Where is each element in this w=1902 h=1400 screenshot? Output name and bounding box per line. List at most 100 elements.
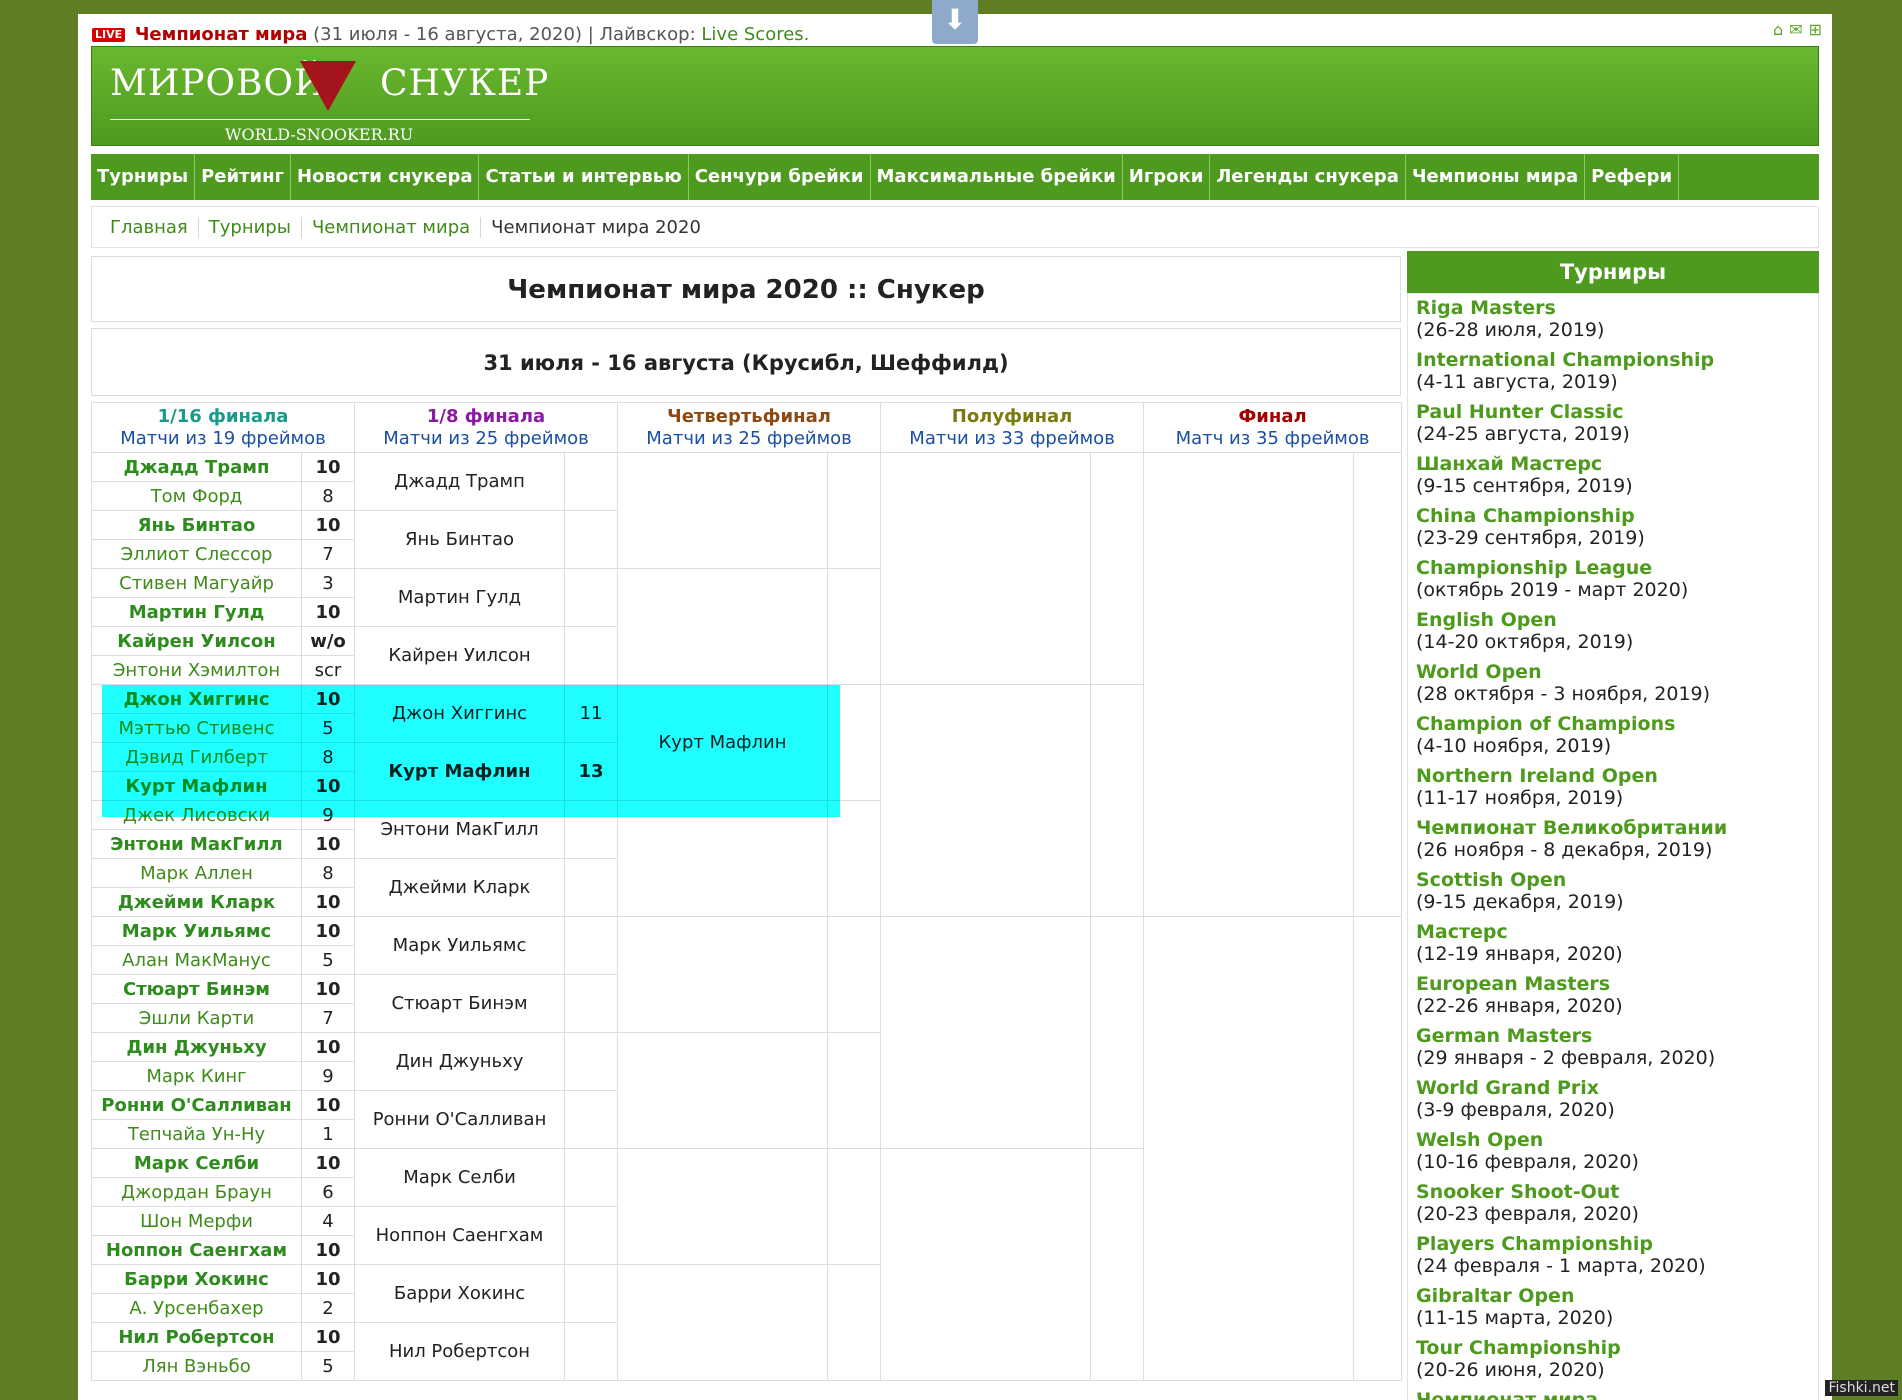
score-quarterfinal — [827, 568, 882, 685]
player-quarterfinal[interactable] — [617, 568, 829, 685]
player-round2[interactable]: Кайрен Уилсон — [354, 626, 566, 685]
player-round1[interactable]: Лян Вэньбо — [91, 1351, 302, 1381]
sidebar-tournament-link[interactable]: Northern Ireland Open — [1416, 765, 1810, 787]
player-round1[interactable]: Марк Селби — [91, 1148, 302, 1178]
player-round1[interactable]: Джон Хиггинс — [91, 684, 302, 714]
player-round1[interactable]: Мартин Гулд — [91, 597, 302, 627]
player-round1[interactable]: Энтони Хэмилтон — [91, 655, 302, 685]
player-quarterfinal[interactable] — [617, 1264, 829, 1381]
player-round1[interactable]: Нил Робертсон — [91, 1322, 302, 1352]
player-round2[interactable]: Джадд Трамп — [354, 452, 566, 511]
player-quarterfinal[interactable] — [617, 1148, 829, 1265]
player-round1[interactable]: Алан МакМанус — [91, 945, 302, 975]
player-round1[interactable]: Стивен Магуайр — [91, 568, 302, 598]
player-round1[interactable]: Барри Хокинс — [91, 1264, 302, 1294]
player-round1[interactable]: Шон Мерфи — [91, 1206, 302, 1236]
sidebar-tournament-link[interactable]: Riga Masters — [1416, 297, 1810, 319]
player-round1[interactable]: Курт Мафлин — [91, 771, 302, 801]
nav-item[interactable]: Рефери — [1585, 154, 1680, 200]
live-badge: LIVE — [92, 28, 126, 42]
player-round1[interactable]: Джадд Трамп — [91, 452, 302, 482]
sidebar-tournament-link[interactable]: Шанхай Мастерс — [1416, 453, 1810, 475]
breadcrumb-home[interactable]: Главная — [100, 216, 199, 238]
sidebar-tournament-link[interactable]: Tour Championship — [1416, 1337, 1810, 1359]
player-round2[interactable]: Ноппон Саенгхам — [354, 1206, 566, 1265]
player-round2[interactable]: Джон Хиггинс — [354, 684, 566, 743]
player-quarterfinal[interactable] — [617, 916, 829, 1033]
nav-item[interactable]: Новости снукера — [291, 154, 480, 200]
player-round2[interactable]: Нил Робертсон — [354, 1322, 566, 1381]
player-round1[interactable]: Стюарт Бинэм — [91, 974, 302, 1004]
player-quarterfinal[interactable] — [617, 800, 829, 917]
player-round1[interactable]: Янь Бинтао — [91, 510, 302, 540]
player-round2[interactable]: Янь Бинтао — [354, 510, 566, 569]
championship-link[interactable]: Чемпионат мира — [135, 24, 308, 45]
nav-item[interactable]: Турниры — [91, 154, 196, 200]
sidebar-tournament-link[interactable]: Snooker Shoot-Out — [1416, 1181, 1810, 1203]
sidebar-tournament-link[interactable]: Paul Hunter Classic — [1416, 401, 1810, 423]
player-round1[interactable]: Том Форд — [91, 481, 302, 511]
sidebar-tournament-link[interactable]: Championship League — [1416, 557, 1810, 579]
score-round1: 5 — [300, 1351, 356, 1381]
sidebar-tournament-link[interactable]: World Open — [1416, 661, 1810, 683]
sidebar-tournament-link[interactable]: Players Championship — [1416, 1233, 1810, 1255]
live-scores-link[interactable]: Live Scores. — [701, 24, 809, 45]
nav-item[interactable]: Легенды снукера — [1210, 154, 1406, 200]
sidebar-tournament-link[interactable]: English Open — [1416, 609, 1810, 631]
player-round1[interactable]: Джейми Кларк — [91, 887, 302, 917]
player-round1[interactable]: Ронни О'Салливан — [91, 1090, 302, 1120]
player-round1[interactable]: Тепчайа Ун-Ну — [91, 1119, 302, 1149]
player-round2[interactable]: Марк Уильямс — [354, 916, 566, 975]
player-round1[interactable]: Ноппон Саенгхам — [91, 1235, 302, 1265]
nav-item[interactable]: Максимальные брейки — [871, 154, 1123, 200]
sidebar-tournament-link[interactable]: Чемпионат мира — [1416, 1389, 1810, 1400]
player-round1[interactable]: Марк Аллен — [91, 858, 302, 888]
sidebar-tournament-link[interactable]: Welsh Open — [1416, 1129, 1810, 1151]
player-round1[interactable]: Марк Кинг — [91, 1061, 302, 1091]
sidebar-tournament-link[interactable]: Чемпионат Великобритании — [1416, 817, 1810, 839]
player-round1[interactable]: Дин Джуньху — [91, 1032, 302, 1062]
nav-item[interactable]: Статьи и интервью — [479, 154, 689, 200]
sidebar-tournament-link[interactable]: Gibraltar Open — [1416, 1285, 1810, 1307]
nav-item[interactable]: Сенчури брейки — [689, 154, 871, 200]
player-round2[interactable]: Энтони МакГилл — [354, 800, 566, 859]
sidebar-tournament-link[interactable]: European Masters — [1416, 973, 1810, 995]
sidebar-tournament-link[interactable]: Champion of Champions — [1416, 713, 1810, 735]
player-quarterfinal[interactable]: Курт Мафлин — [617, 684, 829, 801]
sidebar-tournament-link[interactable]: World Grand Prix — [1416, 1077, 1810, 1099]
player-round2[interactable]: Курт Мафлин — [354, 742, 566, 801]
sidebar-tournament-link[interactable]: Мастерс — [1416, 921, 1810, 943]
nav-item[interactable]: Рейтинг — [195, 154, 292, 200]
mail-icon[interactable]: ✉ — [1789, 20, 1808, 39]
player-round2[interactable]: Марк Селби — [354, 1148, 566, 1207]
breadcrumb-tournaments[interactable]: Турниры — [199, 216, 302, 238]
player-round1[interactable]: Эшли Карти — [91, 1003, 302, 1033]
nav-item[interactable]: Чемпионы мира — [1406, 154, 1586, 200]
site-logo[interactable]: МИРОВОЙ СНУКЕР WORLD-SNOOKER.RU — [110, 55, 548, 144]
player-round1[interactable]: Джек Лисовски — [91, 800, 302, 830]
player-quarterfinal[interactable] — [617, 452, 829, 569]
player-round1[interactable]: Кайрен Уилсон — [91, 626, 302, 656]
player-round1[interactable]: Энтони МакГилл — [91, 829, 302, 859]
player-round1[interactable]: Мэттью Стивенс — [91, 713, 302, 743]
sidebar-tournament-link[interactable]: International Championship — [1416, 349, 1810, 371]
breadcrumb-world-championship[interactable]: Чемпионат мира — [302, 216, 482, 238]
player-round2[interactable]: Барри Хокинс — [354, 1264, 566, 1323]
player-round1[interactable]: Джордан Браун — [91, 1177, 302, 1207]
player-round2[interactable]: Джейми Кларк — [354, 858, 566, 917]
sitemap-icon[interactable]: ⊞ — [1809, 20, 1828, 39]
player-round1[interactable]: Эллиот Слессор — [91, 539, 302, 569]
player-round2[interactable]: Дин Джуньху — [354, 1032, 566, 1091]
sidebar-tournament-link[interactable]: German Masters — [1416, 1025, 1810, 1047]
player-round1[interactable]: А. Урсенбахер — [91, 1293, 302, 1323]
sidebar-tournament-link[interactable]: China Championship — [1416, 505, 1810, 527]
sidebar-tournament-link[interactable]: Scottish Open — [1416, 869, 1810, 891]
home-icon[interactable]: ⌂ — [1773, 20, 1789, 39]
player-round1[interactable]: Марк Уильямс — [91, 916, 302, 946]
player-round1[interactable]: Дэвид Гилберт — [91, 742, 302, 772]
player-quarterfinal[interactable] — [617, 1032, 829, 1149]
nav-item[interactable]: Игроки — [1123, 154, 1211, 200]
player-round2[interactable]: Ронни О'Салливан — [354, 1090, 566, 1149]
player-round2[interactable]: Стюарт Бинэм — [354, 974, 566, 1033]
player-round2[interactable]: Мартин Гулд — [354, 568, 566, 627]
